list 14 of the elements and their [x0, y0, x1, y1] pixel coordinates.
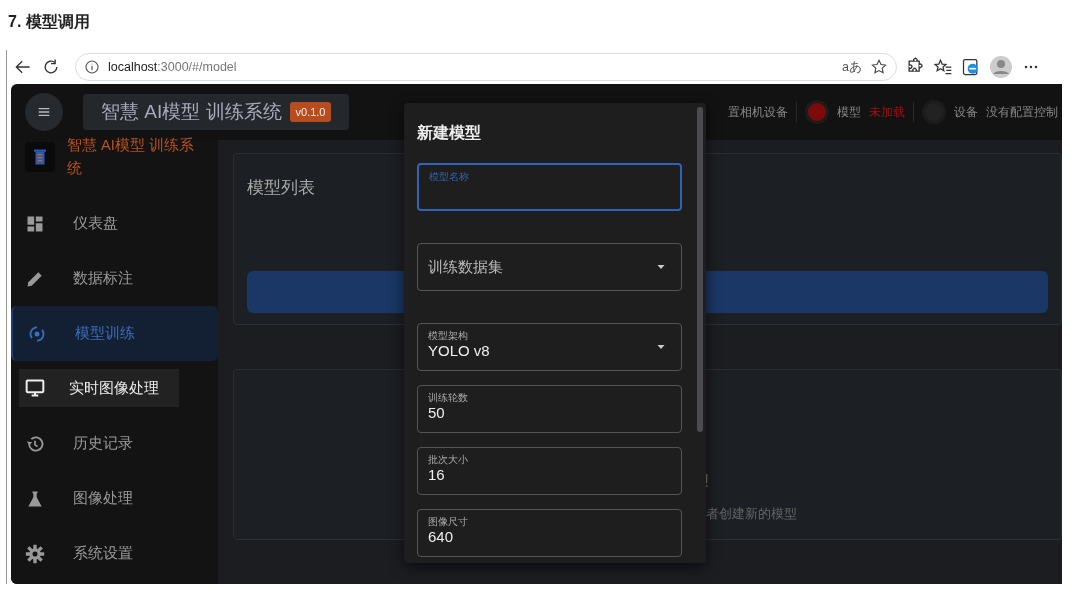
empty-title: !: [704, 470, 709, 493]
status-value: 置相机设备: [728, 104, 788, 121]
version-badge: v0.1.0: [289, 101, 332, 123]
status-label: 设备: [954, 104, 978, 121]
section-heading: 7. 模型调用: [8, 12, 90, 32]
card-title: 模型列表: [247, 178, 316, 199]
app-title: 智慧 AI模型 训练系统: [101, 99, 282, 124]
url-text: localhost:3000/#/model: [108, 58, 237, 76]
status-label: 模型: [837, 104, 861, 121]
status-value: 未加载: [869, 104, 905, 121]
brand-name: 智慧 AI模型 训练系统: [67, 136, 195, 178]
dialog-title: 新建模型: [417, 123, 482, 143]
empty-hint: 者创建新的模型: [706, 505, 797, 523]
status-value: 没有配置控制: [986, 104, 1058, 121]
